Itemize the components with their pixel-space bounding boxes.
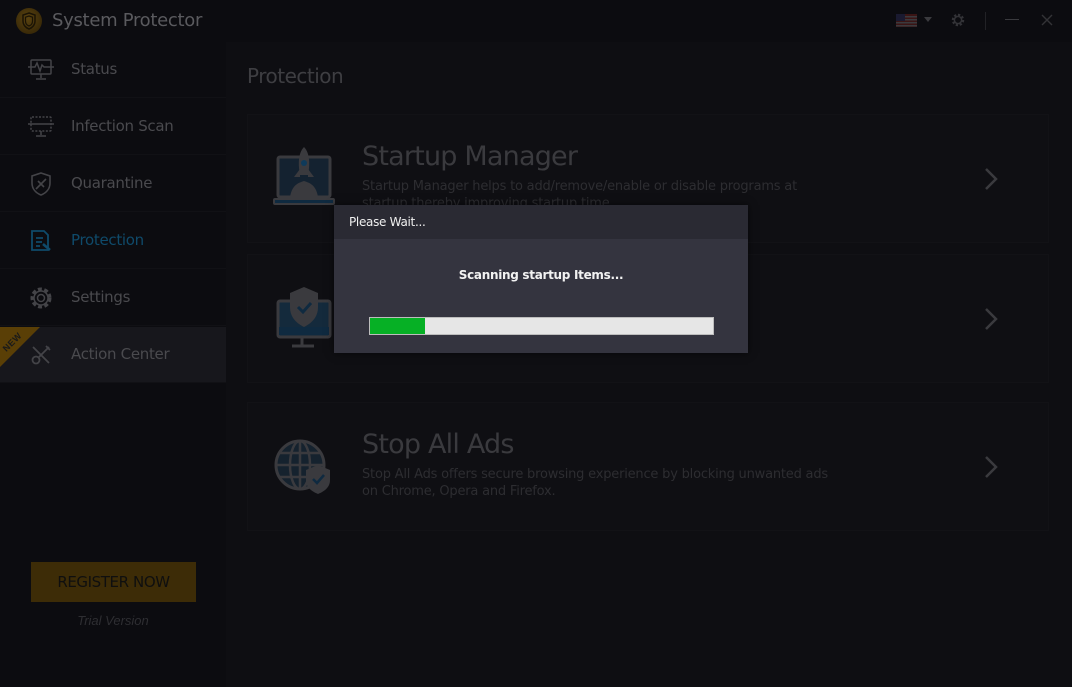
sidebar-item-action-center[interactable]: NEW Action Center: [0, 327, 226, 383]
sidebar-item-label: Settings: [71, 288, 131, 306]
gear-icon: [28, 285, 54, 311]
chevron-right-icon[interactable]: [984, 307, 998, 331]
trial-version-label: Trial Version: [77, 613, 149, 628]
page-title: Protection: [247, 64, 344, 88]
card-description: Stop All Ads offers secure browsing expe…: [362, 467, 828, 499]
shield-monitor-icon: [272, 283, 336, 353]
document-protect-icon: [28, 228, 54, 254]
shield-bug-icon: [28, 171, 54, 197]
card-stop-all-ads[interactable]: Stop All Ads Stop All Ads offers secure …: [248, 403, 1048, 530]
sidebar-item-label: Protection: [71, 231, 144, 249]
dialog-title: Please Wait...: [349, 215, 426, 229]
tools-icon: [28, 342, 54, 368]
sidebar-item-quarantine[interactable]: Quarantine: [0, 156, 226, 212]
globe-shield-icon: [272, 431, 336, 501]
chevron-right-icon[interactable]: [984, 455, 998, 479]
sidebar-item-status[interactable]: Status: [0, 42, 226, 98]
sidebar-item-label: Status: [71, 60, 117, 78]
main-content: Protection Startup Manager Startup Manag…: [226, 42, 1072, 687]
progress-bar-fill: [370, 318, 425, 334]
app-title: System Protector: [52, 10, 203, 31]
minimize-icon[interactable]: [1005, 19, 1019, 20]
dialog-message: Scanning startup Items...: [458, 268, 624, 282]
card-title: Stop All Ads: [362, 429, 514, 460]
sidebar-item-infection-scan[interactable]: Infection Scan: [0, 99, 226, 155]
gear-icon[interactable]: [950, 12, 966, 33]
sidebar-item-settings[interactable]: Settings: [0, 270, 226, 326]
sidebar-item-protection[interactable]: Protection: [0, 213, 226, 269]
progress-bar: [369, 317, 714, 335]
sidebar-item-label: Infection Scan: [71, 117, 174, 135]
title-bar: System Protector: [0, 0, 1072, 42]
monitor-scan-icon: [28, 114, 54, 140]
dialog-header: Please Wait...: [334, 205, 748, 239]
register-now-button[interactable]: REGISTER NOW: [31, 562, 196, 602]
sidebar-item-label: Quarantine: [71, 174, 153, 192]
language-dropdown-caret-icon[interactable]: [924, 17, 932, 22]
close-icon[interactable]: [1040, 13, 1054, 27]
titlebar-divider: [985, 12, 986, 30]
monitor-pulse-icon: [28, 57, 54, 83]
sidebar: Status Infection Scan Quarantine Protect…: [0, 42, 226, 687]
us-flag-icon[interactable]: [896, 14, 917, 27]
card-title: Startup Manager: [362, 141, 578, 172]
app-logo-icon: [16, 8, 42, 34]
please-wait-dialog: Please Wait... Scanning startup Items...: [334, 205, 748, 353]
app-window: System Protector Status Infection Scan Q…: [0, 0, 1072, 687]
sidebar-item-label: Action Center: [71, 345, 170, 363]
rocket-laptop-icon: [272, 143, 336, 213]
chevron-right-icon[interactable]: [984, 167, 998, 191]
